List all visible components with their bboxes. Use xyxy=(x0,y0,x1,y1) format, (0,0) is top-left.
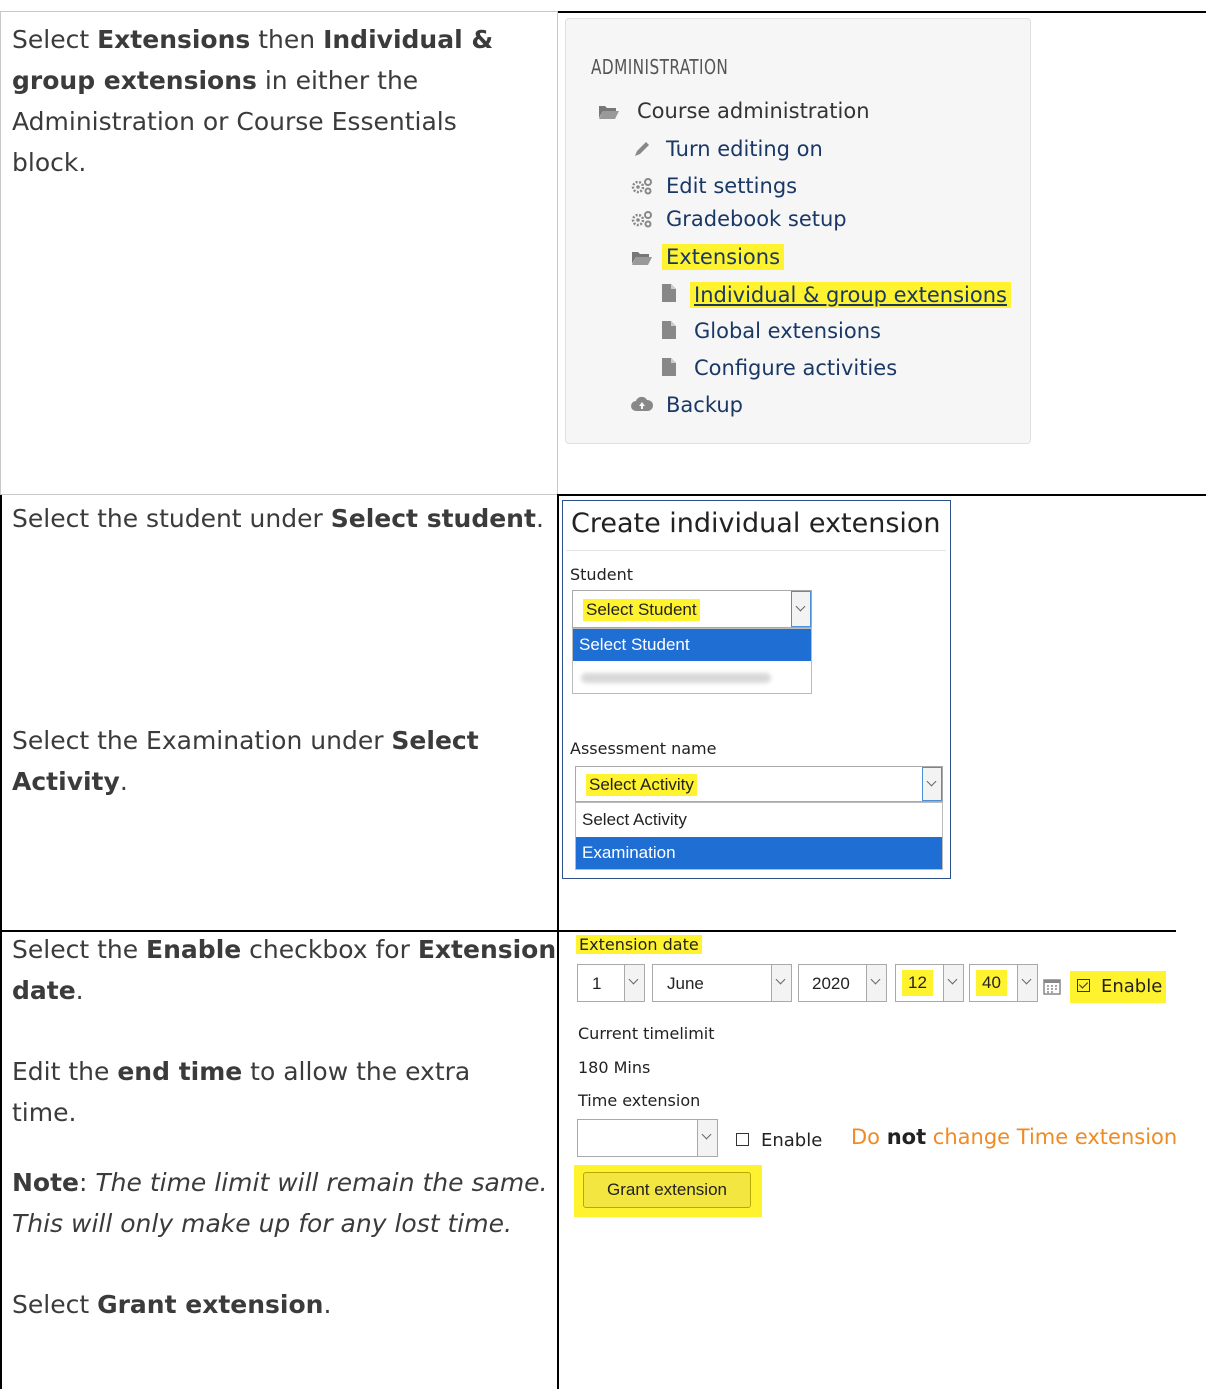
assessment-label: Assessment name xyxy=(570,739,717,758)
admin-item-label: Extensions xyxy=(662,244,785,270)
student-option-blurred[interactable] xyxy=(581,673,771,683)
admin-item-label: Gradebook setup xyxy=(666,207,847,231)
admin-item-label: Turn editing on xyxy=(666,137,823,161)
grant-extension-button[interactable]: Grant extension xyxy=(583,1172,751,1208)
gears-icon xyxy=(631,211,652,228)
year-value: 2020 xyxy=(812,974,850,993)
day-value: 1 xyxy=(592,974,602,993)
row1-instruction: Select Extensions then Individual & grou… xyxy=(12,25,494,177)
time-extension-enable[interactable]: Enable xyxy=(733,1130,828,1156)
file-icon xyxy=(662,321,676,339)
day-select-arrow xyxy=(624,965,644,1001)
time-extension-select[interactable] xyxy=(577,1119,718,1157)
title-divider xyxy=(566,550,946,551)
gears-icon xyxy=(631,178,652,195)
row3-instruction-end-time: Edit the end time to allow the extra tim… xyxy=(12,1057,471,1127)
folder-open-icon xyxy=(632,252,652,265)
checkbox-checked-icon[interactable] xyxy=(1077,979,1090,992)
chevron-down-icon xyxy=(1021,974,1032,985)
student-option-selected[interactable]: Select Student xyxy=(573,629,811,661)
extension-date-enable[interactable]: Enable xyxy=(1070,971,1166,1003)
admin-item-label: Individual & group extensions xyxy=(690,282,1011,308)
activity-dropdown: Select Activity Examination xyxy=(575,802,943,870)
administration-header: ADMINISTRATION xyxy=(591,55,729,79)
hour-select-arrow xyxy=(943,965,963,1001)
row2-instruction-student: Select the student under Select student. xyxy=(12,504,544,533)
extension-date-label: Extension date xyxy=(576,935,702,954)
admin-item-label: Backup xyxy=(666,393,743,417)
chevron-down-icon xyxy=(775,974,786,985)
student-select-arrow[interactable] xyxy=(791,591,811,627)
chevron-down-icon xyxy=(701,1129,712,1140)
admin-item-label: Course administration xyxy=(637,99,870,123)
time-extension-note: Do not change Time extension xyxy=(851,1125,1178,1149)
admin-item-label: Edit settings xyxy=(666,174,798,198)
time-extension-select-arrow xyxy=(697,1120,717,1156)
student-select[interactable]: Select Student xyxy=(572,590,812,628)
activity-option-selected[interactable]: Examination xyxy=(576,837,942,869)
current-timelimit-value: 180 Mins xyxy=(578,1058,651,1077)
checkbox-icon[interactable] xyxy=(736,1133,749,1146)
admin-item-label: Configure activities xyxy=(694,356,898,380)
year-select[interactable]: 2020 xyxy=(798,964,887,1002)
row3-instruction-enable: Select the Enable checkbox for Extension… xyxy=(12,935,557,1005)
file-icon xyxy=(662,284,676,302)
pencil-icon xyxy=(635,142,649,156)
row2-instruction-activity: Select the Examination under Select Acti… xyxy=(12,726,479,796)
activity-select-arrow[interactable] xyxy=(922,767,942,801)
current-timelimit-label: Current timelimit xyxy=(578,1024,715,1043)
hour-value: 12 xyxy=(902,970,933,996)
minute-value: 40 xyxy=(976,970,1007,996)
chevron-down-icon xyxy=(947,974,958,985)
time-extension-label: Time extension xyxy=(578,1091,701,1110)
chevron-down-icon xyxy=(870,974,881,985)
month-select[interactable]: June xyxy=(652,964,792,1002)
folder-open-icon xyxy=(599,106,619,119)
chevron-down-icon xyxy=(628,974,639,985)
cloud-upload-icon xyxy=(631,396,654,411)
calendar-icon[interactable] xyxy=(1043,977,1061,995)
month-select-arrow xyxy=(771,965,791,1001)
activity-select[interactable]: Select Activity xyxy=(575,766,943,802)
chevron-down-icon xyxy=(926,776,937,787)
minute-select[interactable]: 40 xyxy=(969,964,1038,1002)
administration-block xyxy=(565,18,1031,444)
enable-label: Enable xyxy=(1101,976,1163,997)
page-title: Create individual extension xyxy=(571,508,941,539)
admin-item-label: Global extensions xyxy=(694,319,881,343)
student-dropdown: Select Student xyxy=(572,628,812,694)
day-select[interactable]: 1 xyxy=(577,964,645,1002)
row3-instruction-grant: Select Grant extension. xyxy=(12,1290,332,1319)
activity-select-value: Select Activity xyxy=(586,774,697,796)
activity-option[interactable]: Select Activity xyxy=(576,803,942,837)
hour-select[interactable]: 12 xyxy=(895,964,964,1002)
row3-note: Note: The time limit will remain the sam… xyxy=(12,1168,548,1238)
chevron-down-icon xyxy=(795,601,806,612)
year-select-arrow xyxy=(866,965,886,1001)
file-icon xyxy=(662,358,676,376)
minute-select-arrow xyxy=(1017,965,1037,1001)
enable-label: Enable xyxy=(761,1130,823,1151)
month-value: June xyxy=(667,974,704,993)
student-select-value: Select Student xyxy=(583,599,700,621)
student-label: Student xyxy=(570,565,633,584)
